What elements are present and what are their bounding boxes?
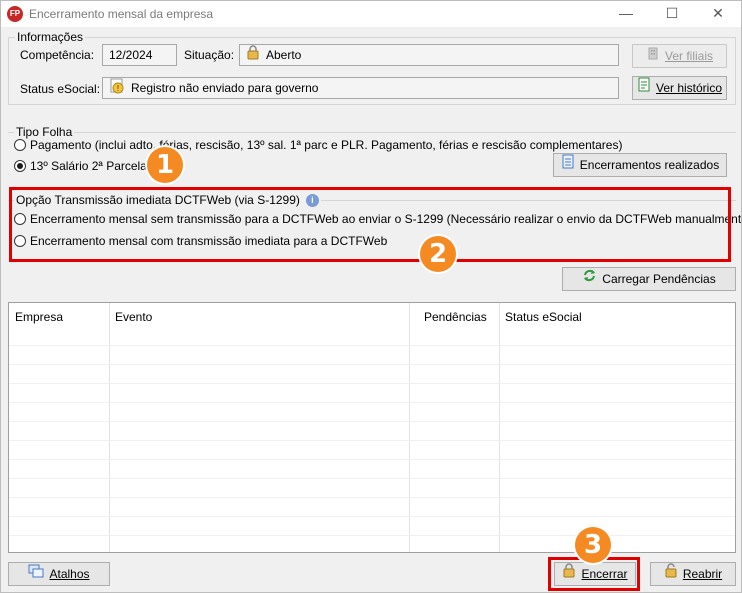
windows-stack-icon (28, 563, 44, 585)
step-badge-2: 2 (420, 236, 456, 272)
table-row (9, 497, 735, 516)
table-row (9, 459, 735, 478)
pendencias-table[interactable]: Empresa Evento Pendências Status eSocial (8, 302, 736, 553)
situacao-value: Aberto (266, 48, 302, 62)
informacoes-group-title: Informações (15, 30, 86, 44)
step-badge-1: 1 (147, 147, 183, 183)
history-document-icon (637, 77, 651, 99)
window-title: Encerramento mensal da empresa (29, 7, 214, 21)
close-button[interactable]: ✕ (695, 1, 741, 27)
column-header-empresa[interactable]: Empresa (9, 303, 109, 331)
reabrir-button[interactable]: Reabrir (650, 562, 736, 586)
table-row (9, 478, 735, 497)
transmissao-highlight-box (9, 187, 731, 262)
table-row (9, 421, 735, 440)
carregar-pendencias-label: Carregar Pendências (602, 272, 716, 286)
table-header: Empresa Evento Pendências Status eSocial (9, 303, 735, 331)
status-esocial-label: Status eSocial: (20, 82, 101, 96)
tipo-folha-group-title: Tipo Folha (14, 125, 75, 139)
table-row (9, 402, 735, 421)
table-row (9, 383, 735, 402)
status-esocial-value: Registro não enviado para governo (131, 81, 319, 96)
table-row (9, 535, 735, 552)
situacao-field: Aberto (239, 44, 619, 66)
table-row (9, 345, 735, 364)
building-icon (646, 45, 660, 67)
situacao-label: Situação: (184, 48, 235, 62)
svg-text:!: ! (116, 84, 119, 93)
ver-historico-button[interactable]: Ver histórico (632, 76, 727, 100)
carregar-pendencias-button[interactable]: Carregar Pendências (562, 267, 736, 291)
table-row (9, 440, 735, 459)
lock-icon (246, 45, 260, 66)
radio-13-salario[interactable] (14, 159, 26, 172)
atalhos-button[interactable]: Atalhos (8, 562, 110, 586)
competencia-field[interactable]: 12/2024 (102, 44, 177, 66)
warning-document-icon: ! (109, 78, 125, 100)
column-header-evento[interactable]: Evento (109, 303, 409, 331)
status-esocial-field: ! Registro não enviado para governo (102, 77, 619, 99)
encerramentos-realizados-label: Encerramentos realizados (579, 158, 720, 172)
ver-filiais-button[interactable]: Ver filiais (632, 44, 727, 68)
unlock-icon (664, 563, 678, 585)
tipo-folha-option-13-salario-label: 13º Salário 2ª Parcela (30, 159, 147, 173)
table-row (9, 364, 735, 383)
title-bar: FP Encerramento mensal da empresa — ☐ ✕ (1, 1, 741, 27)
step-badge-3: 3 (575, 527, 611, 563)
refresh-icon (582, 268, 597, 290)
tipo-folha-option-pagamento-label: Pagamento (inclui adto, férias, rescisão… (30, 138, 623, 152)
competencia-label: Competência: (20, 48, 95, 62)
table-row (9, 516, 735, 535)
ver-historico-label: Ver histórico (655, 81, 723, 95)
column-header-status-esocial[interactable]: Status eSocial (499, 303, 735, 331)
column-header-pendencias[interactable]: Pendências (409, 303, 499, 331)
minimize-button[interactable]: — (603, 1, 649, 27)
encerramentos-realizados-button[interactable]: Encerramentos realizados (553, 153, 727, 177)
tipo-folha-option-13-salario[interactable]: 13º Salário 2ª Parcela (14, 159, 147, 173)
app-logo-icon: FP (7, 6, 23, 22)
tipo-folha-option-pagamento[interactable]: Pagamento (inclui adto, férias, rescisão… (14, 138, 622, 152)
maximize-button[interactable]: ☐ (649, 1, 695, 27)
document-list-icon (561, 154, 575, 176)
ver-filiais-label: Ver filiais (664, 49, 714, 63)
radio-pagamento[interactable] (14, 138, 26, 151)
atalhos-label: Atalhos (49, 567, 90, 581)
reabrir-label: Reabrir (682, 567, 723, 581)
main-window: FP Encerramento mensal da empresa — ☐ ✕ … (0, 0, 742, 593)
